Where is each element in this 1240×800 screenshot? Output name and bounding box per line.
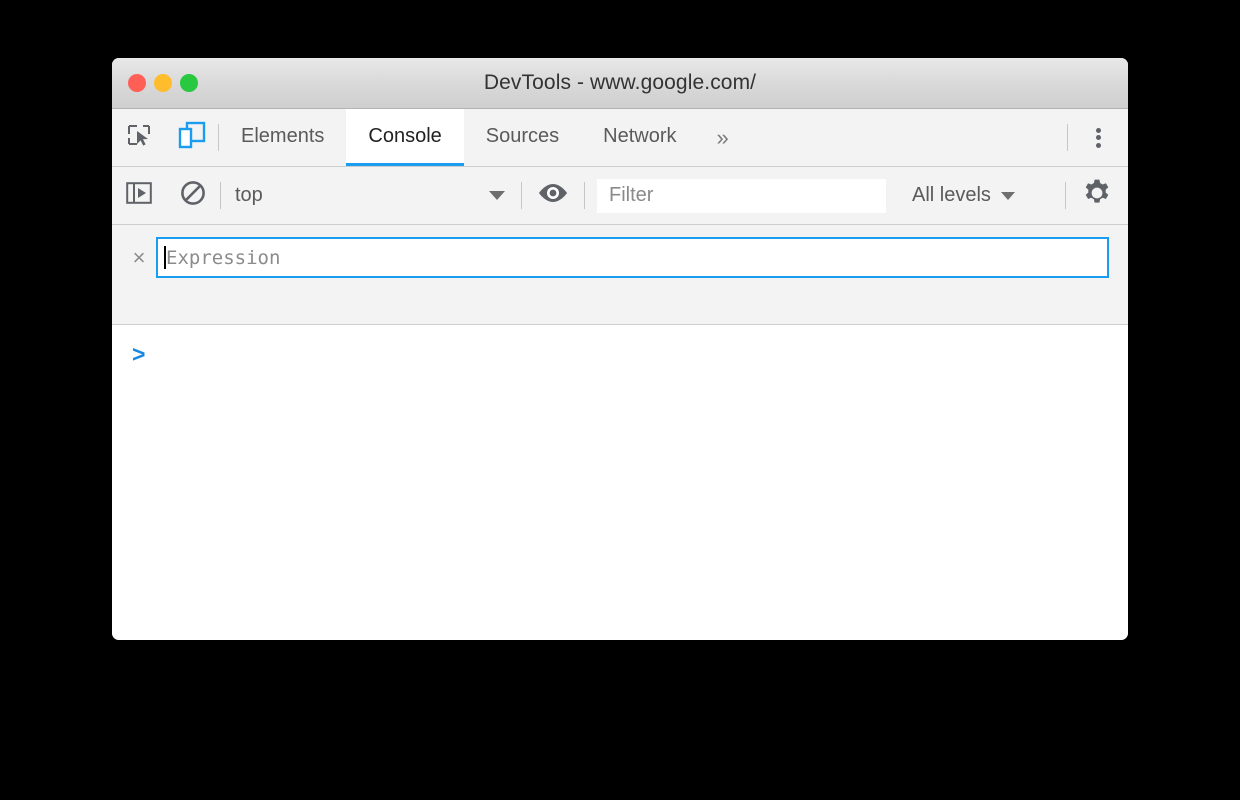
minimize-window-button[interactable]	[154, 74, 172, 92]
more-tabs-button[interactable]: »	[699, 109, 747, 166]
console-prompt-row[interactable]: >	[112, 343, 1128, 366]
console-toolbar: top All levels	[112, 167, 1128, 225]
devtools-window: DevTools - www.google.com/ Elements Cons…	[112, 58, 1128, 640]
settings-button[interactable]	[1066, 167, 1128, 224]
console-output-area[interactable]: >	[112, 325, 1128, 640]
log-level-label: All levels	[912, 184, 991, 206]
inspect-element-icon	[126, 122, 152, 153]
main-menu-button[interactable]	[1068, 109, 1128, 166]
tab-console[interactable]: Console	[346, 109, 464, 166]
chevron-down-icon	[1000, 191, 1015, 200]
execution-context-label: top	[235, 184, 263, 206]
title-bar: DevTools - www.google.com/	[112, 58, 1128, 109]
panel-tabs: Elements Console Sources Network »	[219, 109, 1067, 166]
live-expression-input[interactable]: Expression	[156, 237, 1109, 278]
device-toolbar-icon	[178, 121, 206, 154]
tab-network[interactable]: Network	[581, 109, 698, 166]
log-level-selector[interactable]: All levels	[890, 167, 1065, 224]
tab-elements[interactable]: Elements	[219, 109, 346, 166]
gear-icon	[1082, 178, 1112, 213]
live-expressions-panel: × Expression	[112, 225, 1128, 325]
live-expression-placeholder: Expression	[166, 246, 281, 269]
clear-console-button[interactable]	[166, 167, 220, 224]
console-toolbar-divider-3	[584, 182, 585, 209]
filter-input[interactable]	[597, 178, 886, 213]
live-expression-row: × Expression	[122, 237, 1118, 278]
execution-context-selector[interactable]: top	[221, 167, 521, 224]
tab-sources[interactable]: Sources	[464, 109, 581, 166]
chevron-down-icon	[489, 191, 505, 200]
console-sidebar-icon	[126, 181, 152, 210]
traffic-lights	[128, 74, 198, 92]
maximize-window-button[interactable]	[180, 74, 198, 92]
clear-console-icon	[180, 180, 206, 211]
create-live-expression-button[interactable]	[522, 167, 584, 224]
devtools-tab-bar: Elements Console Sources Network »	[112, 109, 1128, 167]
inspect-element-button[interactable]	[112, 109, 166, 166]
window-title: DevTools - www.google.com/	[483, 71, 757, 94]
eye-icon	[537, 182, 569, 209]
close-window-button[interactable]	[128, 74, 146, 92]
device-toolbar-button[interactable]	[166, 109, 218, 166]
console-prompt-icon: >	[132, 341, 146, 367]
kebab-menu-icon	[1095, 125, 1101, 150]
remove-live-expression-button[interactable]: ×	[122, 241, 156, 275]
console-sidebar-toggle-button[interactable]	[112, 167, 166, 224]
